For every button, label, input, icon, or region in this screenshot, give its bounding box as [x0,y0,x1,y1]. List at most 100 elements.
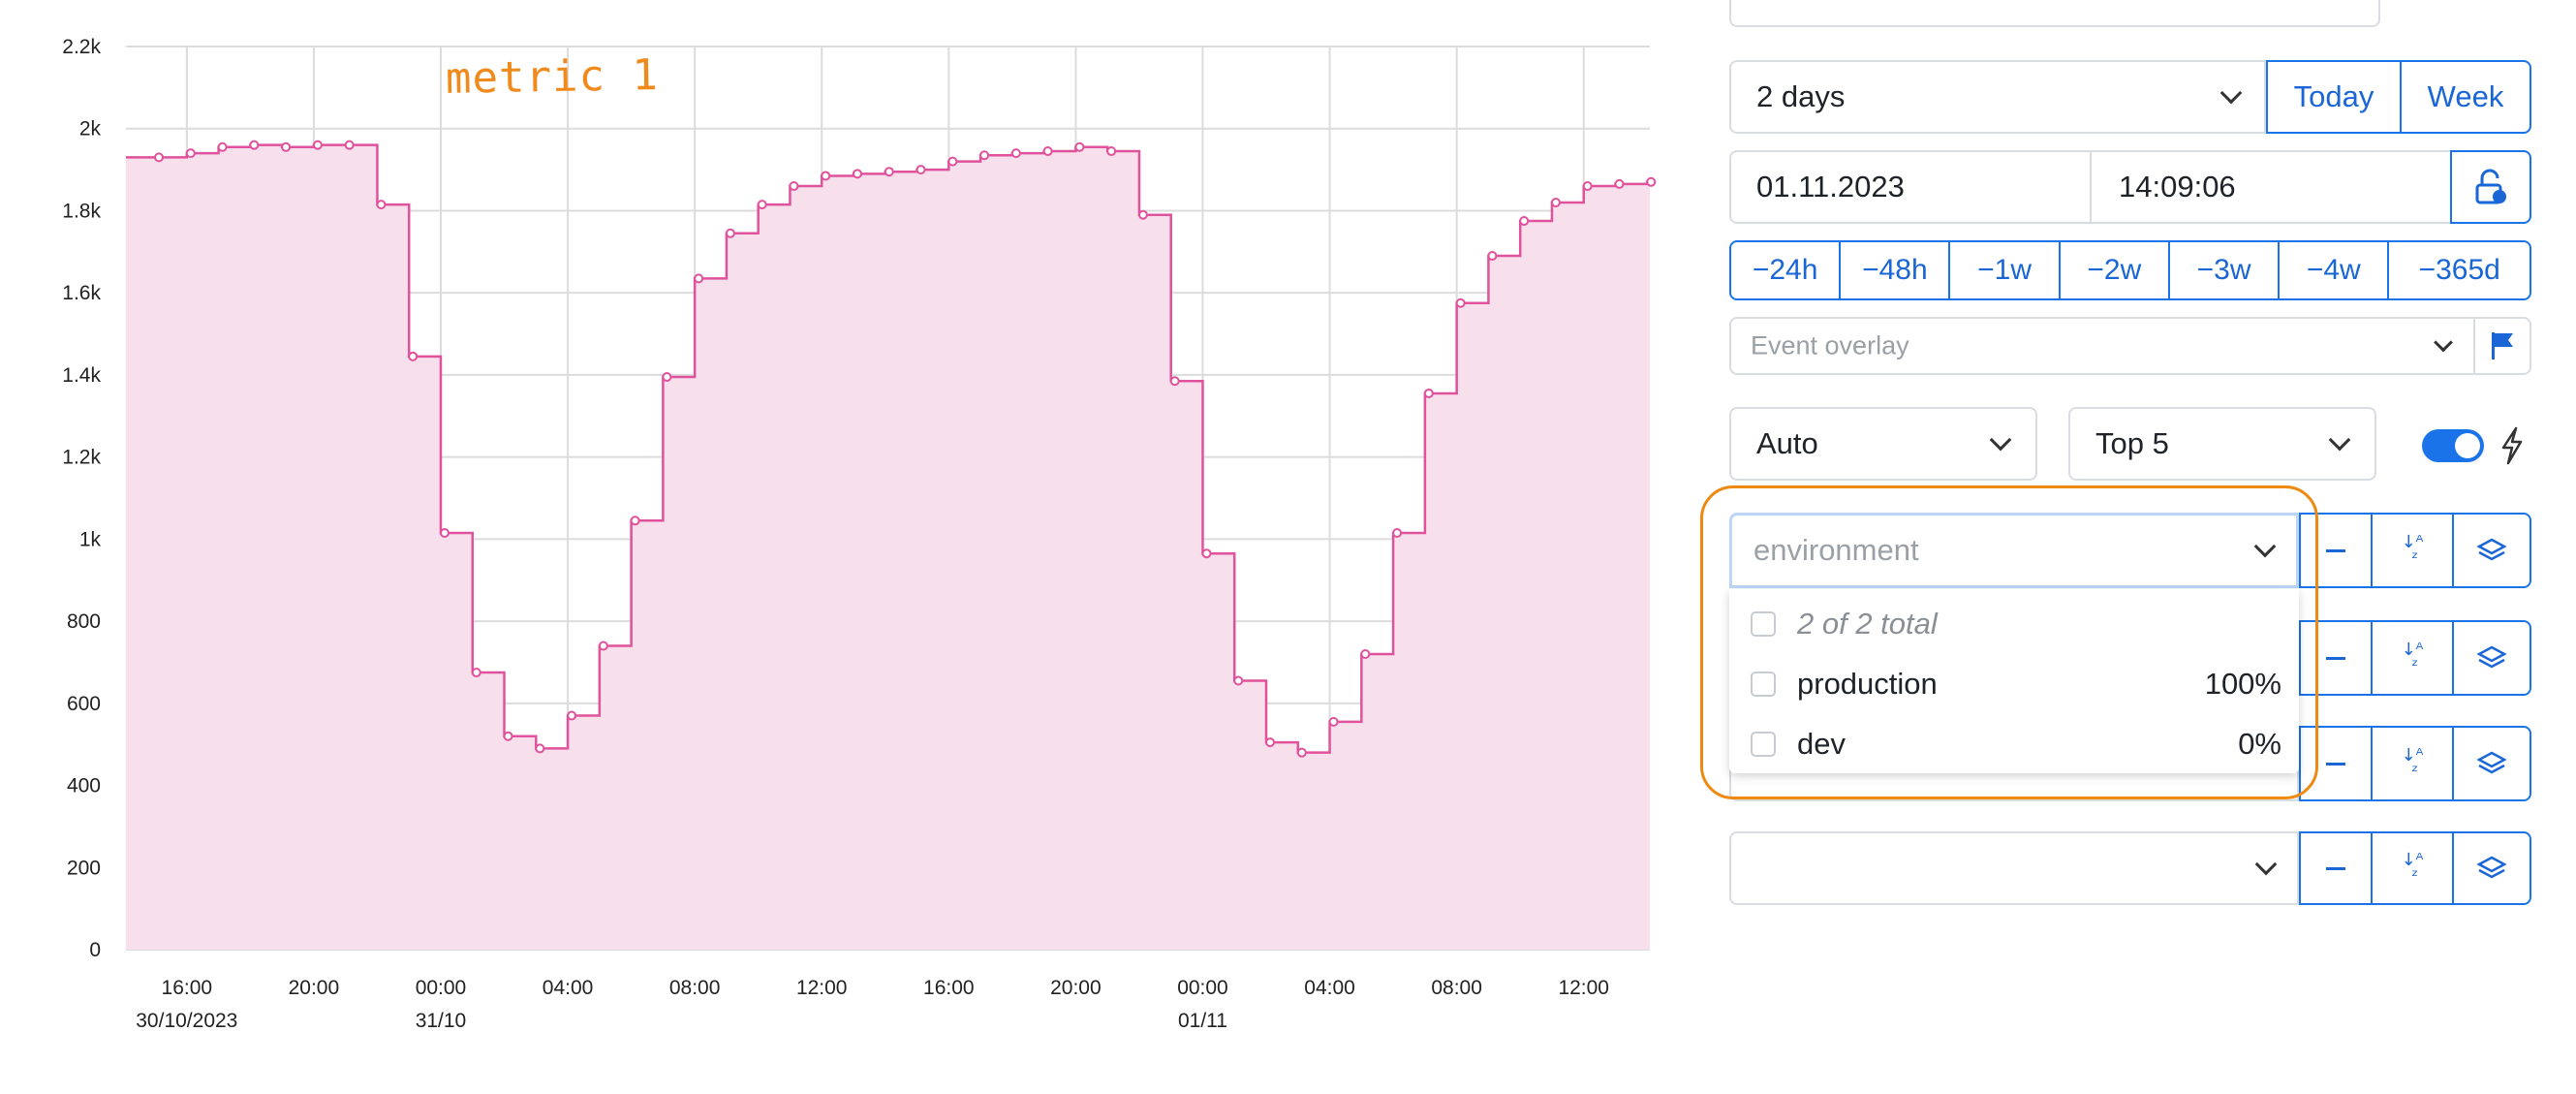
today-button[interactable]: Today [2266,60,2402,134]
layers-icon [2476,538,2507,561]
y-tick-label: 1.2k [62,447,101,469]
data-point [249,140,260,150]
data-point [408,351,419,361]
data-point [312,140,323,150]
stack-button[interactable] [2452,622,2529,694]
x-tick-label: 00:00 [1177,977,1228,999]
data-point [1106,146,1117,157]
y-tick-label: 1.6k [62,282,101,304]
sort-az-icon: ↓ᴬ ᶻ [2401,640,2424,676]
data-point [1265,737,1276,748]
sort-button[interactable]: ↓ᴬ ᶻ [2371,833,2452,903]
minus-icon [2326,762,2345,766]
data-point [1360,648,1371,659]
data-point [884,167,894,177]
y-tick-label: 2.2k [62,36,101,58]
x-tick-label: 08:00 [1431,977,1482,999]
data-point [185,148,196,159]
data-point [1582,181,1593,192]
chevron-down-icon [2219,81,2243,105]
data-point [1137,209,1148,220]
event-overlay-select[interactable]: Event overlay [1729,317,2475,375]
range-select-value: 2 days [1756,79,1846,113]
shift-button[interactable]: −24h [1731,242,1839,298]
x-tick-sublabel: 01/11 [1178,1010,1227,1032]
top-clipped-field[interactable] [1729,0,2380,27]
data-point [1233,675,1244,686]
range-select[interactable]: 2 days [1729,60,2266,134]
top-n-value: Top 5 [2095,426,2169,460]
y-tick-label: 0 [89,939,101,961]
data-point [757,200,767,210]
week-button[interactable]: Week [2400,60,2531,134]
data-point [979,150,990,161]
filter-actions: ↓ᴬ ᶻ [2299,726,2531,801]
event-overlay-placeholder: Event overlay [1751,330,1909,360]
date-input[interactable]: 01.11.2023 [1756,170,1905,204]
data-point [1201,548,1212,559]
sort-button[interactable]: ↓ᴬ ᶻ [2371,515,2452,586]
shift-button[interactable]: −48h [1839,242,1948,298]
layers-icon [2476,645,2507,669]
chevron-down-icon [2328,428,2351,452]
stack-button[interactable] [2452,833,2529,903]
data-point [217,141,228,152]
filter-actions: ↓ᴬ ᶻ [2299,831,2531,905]
top-n-select[interactable]: Top 5 [2068,407,2376,481]
sort-button[interactable]: ↓ᴬ ᶻ [2371,622,2452,694]
toggle-knob [2455,433,2480,458]
minus-icon [2326,548,2345,552]
data-point [1169,376,1180,387]
stack-button[interactable] [2452,728,2529,799]
chevron-down-icon [2434,332,2453,353]
x-tick-label: 04:00 [543,977,594,999]
minus-icon [2326,656,2345,660]
series-area-fill [126,144,1650,950]
data-point [1392,528,1403,539]
data-point [947,156,958,167]
data-point [1328,716,1339,727]
data-point [154,152,165,163]
data-point [1614,178,1625,189]
data-point [1519,216,1530,227]
layers-icon [2476,856,2507,879]
unlock-icon [2475,169,2506,204]
shift-button[interactable]: −4w [2278,242,2387,298]
data-point [1487,251,1498,262]
data-point [916,165,926,175]
event-flag-button[interactable] [2473,317,2531,375]
data-point [662,372,672,383]
x-tick-label: 12:00 [796,977,848,999]
shift-button[interactable]: −3w [2167,242,2278,298]
data-point [725,228,735,238]
y-tick-label: 2k [79,118,102,141]
shift-button[interactable]: −1w [1948,242,2058,298]
time-input[interactable]: 14:09:06 [2119,170,2236,204]
remove-filter-button[interactable] [2301,833,2371,903]
chevron-down-icon [1989,428,2012,452]
data-point [567,710,577,721]
data-point [694,273,704,284]
x-tick-label: 12:00 [1558,977,1609,999]
y-tick-label: 400 [67,775,101,797]
shift-button[interactable]: −2w [2058,242,2168,298]
flag-icon [2492,332,2513,359]
x-tick-label: 20:00 [1050,977,1102,999]
date-time-field[interactable]: 01.11.2023 14:09:06 [1729,150,2452,224]
data-point [1455,297,1466,308]
data-point [1010,148,1021,159]
shift-button[interactable]: −365d [2387,242,2529,298]
toggle-switch[interactable] [2422,429,2484,462]
data-point [376,200,387,210]
data-point [630,516,640,526]
sort-button[interactable]: ↓ᴬ ᶻ [2371,728,2452,799]
y-tick-label: 1k [79,528,102,550]
sort-az-icon: ↓ᴬ ᶻ [2401,850,2424,887]
data-point [503,731,513,741]
stack-button[interactable] [2452,515,2529,586]
filter-select[interactable] [1729,831,2299,905]
date-time-divider [2090,152,2092,222]
lock-button[interactable] [2450,150,2531,224]
aggregation-select[interactable]: Auto [1729,407,2037,481]
data-point [1296,747,1307,758]
